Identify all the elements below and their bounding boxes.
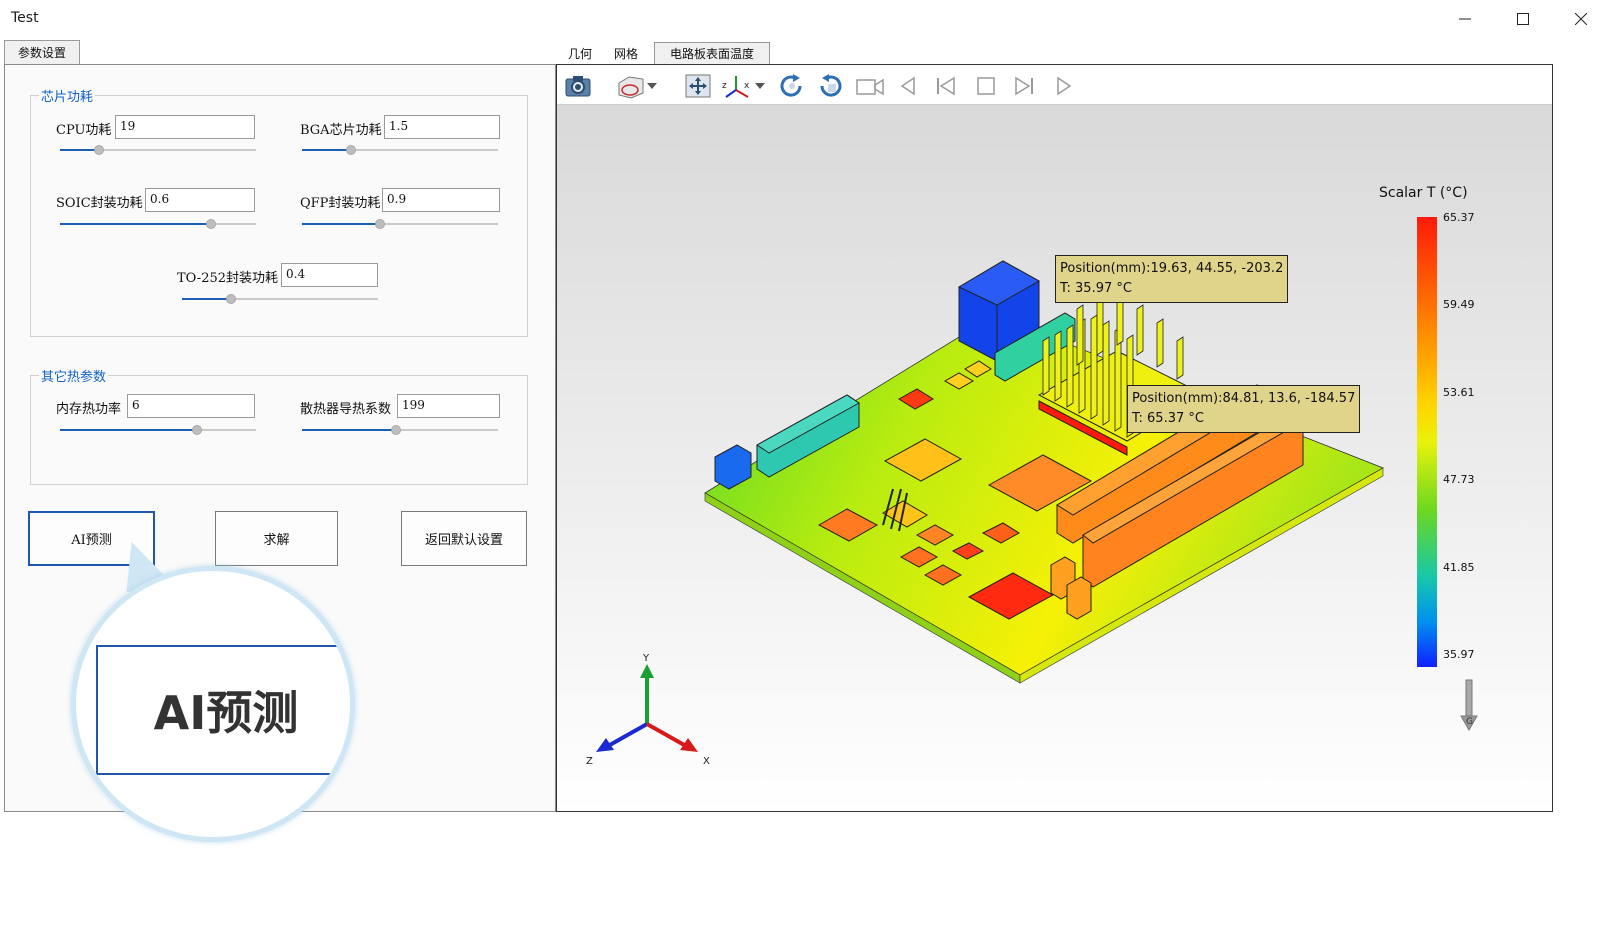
svg-text:z: z [722,81,727,91]
bga-power-input[interactable]: 1.5 [384,115,500,139]
window-title: Test [11,10,39,26]
minimize-button[interactable] [1436,0,1494,38]
bga-power-label: BGA芯片功耗 [300,123,382,138]
to252-power-label: TO-252封装功耗 [177,271,279,286]
close-button[interactable] [1552,0,1610,38]
close-icon [1575,13,1587,25]
tab-params[interactable]: 参数设置 [4,40,80,64]
axes-orient-icon: zx [722,76,750,98]
scalar-tick: 65.37 [1443,211,1475,224]
last-frame-icon [1015,76,1033,96]
scalar-tick: 53.61 [1443,386,1475,399]
3d-viewport[interactable]: Position(mm):19.63, 44.55, -203.2 T: 35.… [557,105,1552,811]
stop-button[interactable] [971,71,1001,101]
dropdown-icon [755,83,765,89]
viewer-toolbar: zx [557,65,1552,105]
play-icon [1057,76,1072,96]
magnifier-callout: AI预测 [71,566,355,842]
rotate-cw-button[interactable] [777,71,807,101]
fit-view-icon [685,74,711,98]
memory-power-label: 内存热功率 [56,402,122,417]
svg-text:x: x [744,81,750,91]
probe-callout-max: Position(mm):84.81, 13.6, -184.57 T: 65.… [1127,385,1361,433]
reset-defaults-button[interactable]: 返回默认设置 [401,511,527,566]
soic-power-input[interactable]: 0.6 [145,188,255,212]
probe-callout-min: Position(mm):19.63, 44.55, -203.2 T: 35.… [1055,255,1289,303]
tab-mesh[interactable]: 网格 [606,42,646,64]
memory-power-slider[interactable] [60,425,256,435]
fit-view-button[interactable] [683,71,713,101]
scalar-color-bar [1417,217,1437,667]
step-back-icon [900,76,915,96]
axis-z-label: Z [586,756,593,767]
other-thermal-title: 其它热参数 [39,366,109,385]
maximize-button[interactable] [1494,0,1552,38]
screenshot-button[interactable] [563,71,593,101]
scalar-tick: 59.49 [1443,298,1475,311]
axes-dropdown[interactable] [753,71,767,101]
camera-icon [565,76,591,97]
gravity-label: G [1466,717,1473,727]
probe-min-temp: T: 35.97 °C [1060,281,1132,296]
slider-handle[interactable] [205,219,216,229]
cpu-power-label: CPU功耗 [56,123,112,138]
soic-power-label: SOIC封装功耗 [56,196,143,211]
magnified-ai-button: AI预测 [96,645,350,775]
probe-max-temp: T: 65.37 °C [1132,411,1204,426]
heatsink-k-slider[interactable] [302,425,498,435]
qfp-power-label: QFP封装功耗 [300,196,381,211]
step-back-button[interactable] [893,71,923,101]
slider-handle[interactable] [346,145,356,155]
viewer-panel: zx Position(mm):19.63, 44.55, -203.2 T: … [556,64,1553,812]
heatsink-k-label: 散热器导热系数 [300,402,392,417]
first-frame-icon [937,76,955,96]
bga-power-slider[interactable] [302,145,498,155]
chip-power-title: 芯片功耗 [39,86,96,105]
heatsink-k-input[interactable]: 199 [397,394,500,418]
record-button[interactable] [855,71,885,101]
scalar-tick: 41.85 [1443,561,1475,574]
cpu-power-input[interactable]: 19 [115,115,255,139]
qfp-power-slider[interactable] [302,219,498,229]
view-mode-button[interactable] [613,71,647,101]
tab-geometry[interactable]: 几何 [560,42,600,64]
rotate-cw-icon [780,74,802,97]
probe-max-position: Position(mm):84.81, 13.6, -184.57 [1132,391,1356,406]
orientation-axes [596,664,698,752]
scalar-tick: 35.97 [1443,648,1475,661]
axes-orient-button[interactable]: zx [722,71,752,101]
to252-power-input[interactable]: 0.4 [281,263,378,287]
last-frame-button[interactable] [1009,71,1039,101]
view-mode-dropdown[interactable] [645,71,659,101]
scalar-bar-title: Scalar T (°C) [1379,185,1468,201]
solve-button[interactable]: 求解 [215,511,338,566]
to252-power-slider[interactable] [182,294,378,304]
memory-power-input[interactable]: 6 [127,394,255,418]
video-icon [856,78,884,96]
maximize-icon [1517,13,1529,25]
stop-icon [977,77,995,95]
axis-x-label: X [703,756,710,767]
soic-power-slider[interactable] [60,219,256,229]
cpu-power-slider[interactable] [60,145,256,155]
rotate-ccw-icon [820,74,842,97]
minimize-icon [1459,18,1471,20]
dropdown-icon [647,83,657,89]
rotate-ccw-button[interactable] [815,71,845,101]
tab-board-temperature[interactable]: 电路板表面温度 [654,42,770,64]
scalar-tick: 47.73 [1443,473,1475,486]
qfp-power-input[interactable]: 0.9 [382,188,500,212]
axis-y-label: Y [643,653,650,664]
play-button[interactable] [1049,71,1079,101]
probe-min-position: Position(mm):19.63, 44.55, -203.2 [1060,261,1284,276]
slider-handle[interactable] [226,294,236,304]
first-frame-button[interactable] [931,71,961,101]
view-cube-icon [618,76,644,99]
title-bar: Test [0,0,1613,38]
